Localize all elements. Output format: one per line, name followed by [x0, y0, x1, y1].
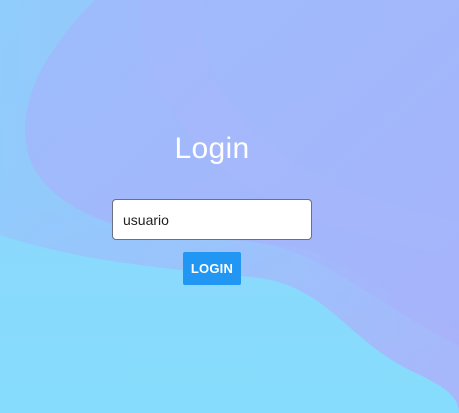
username-input[interactable]	[112, 199, 312, 240]
login-button[interactable]: LOGIN	[183, 252, 241, 285]
page-title: Login	[174, 132, 250, 165]
login-page: Login LOGIN	[0, 0, 459, 413]
